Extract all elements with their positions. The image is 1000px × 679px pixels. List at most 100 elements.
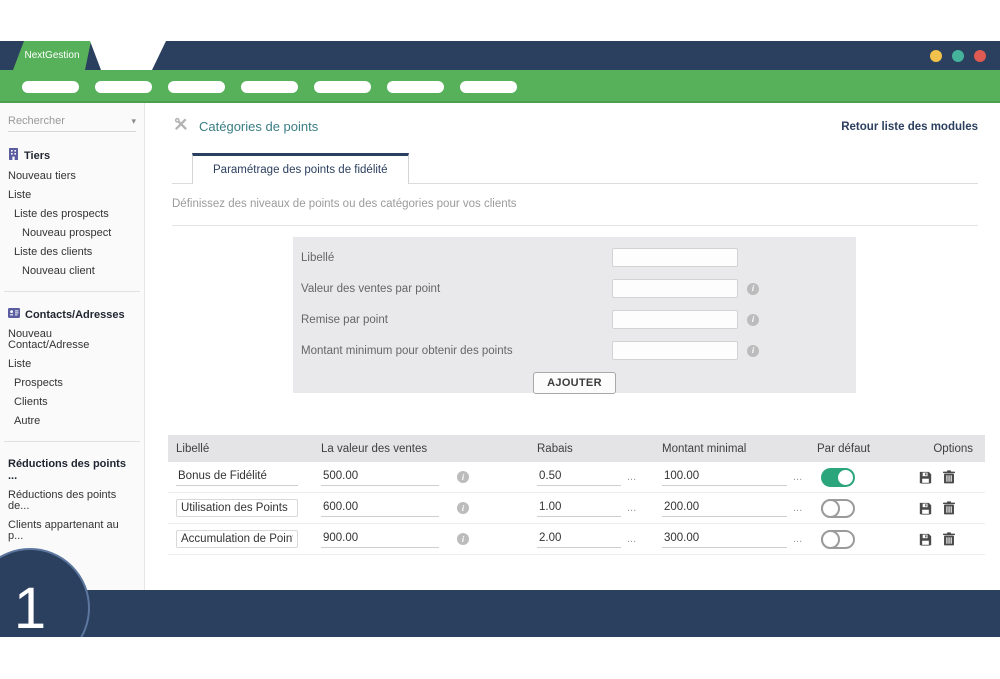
sidebar-item-nouveau-prospect[interactable]: Nouveau prospect (0, 224, 144, 243)
sidebar-section-title: Contacts/Adresses (0, 304, 144, 325)
window-button-red[interactable] (974, 50, 986, 62)
menu-item-placeholder[interactable] (387, 81, 444, 93)
row-valeur-input[interactable] (321, 468, 439, 486)
menu-item-placeholder[interactable] (314, 81, 371, 93)
form-label-libelle: Libellé (301, 252, 612, 264)
sidebar: ▾ Tiers Nouveau tiers Liste Liste des pr… (0, 103, 145, 590)
sidebar-item-liste-contacts[interactable]: Liste (0, 355, 144, 374)
row-valeur-input[interactable] (321, 499, 439, 517)
save-icon (919, 471, 932, 484)
brand-tab[interactable]: NextGestion (13, 41, 91, 70)
form-input-montant-minimum[interactable] (612, 341, 738, 360)
sidebar-item-autre[interactable]: Autre (0, 412, 144, 431)
window-button-yellow[interactable] (930, 50, 942, 62)
section-label: Tiers (24, 150, 50, 162)
save-button[interactable] (919, 502, 932, 515)
sidebar-section-title: Réductions des points ... (0, 454, 144, 486)
cell-valeur: i (313, 468, 529, 486)
sidebar-item-clients[interactable]: Clients (0, 393, 144, 412)
col-header-rabais: Rabais (529, 443, 654, 455)
delete-button[interactable] (943, 470, 955, 484)
tabs-bar: Paramétrage des points de fidélité (172, 153, 978, 184)
trash-icon (943, 470, 955, 484)
col-header-libelle: Libellé (168, 443, 313, 455)
step-number-badge: 1 (0, 548, 90, 637)
points-categories-table: Libellé La valeur des ventes Rabais Mont… (168, 435, 985, 555)
cell-montant: ... (654, 499, 809, 517)
step-number: 1 (14, 575, 46, 638)
row-rabais-input[interactable] (537, 468, 621, 486)
cell-defaut (809, 499, 909, 518)
delete-button[interactable] (943, 501, 955, 515)
default-toggle[interactable] (821, 468, 855, 487)
page-description: Définissez des niveaux de points ou des … (172, 198, 517, 210)
form-input-valeur-ventes[interactable] (612, 279, 738, 298)
row-libelle-input[interactable] (176, 499, 298, 517)
sidebar-item-prospects[interactable]: Prospects (0, 374, 144, 393)
row-montant-input[interactable] (662, 499, 787, 517)
section-label: Contacts/Adresses (25, 309, 125, 321)
ellipsis: ... (793, 471, 802, 483)
row-rabais-input[interactable] (537, 499, 621, 517)
menu-item-placeholder[interactable] (168, 81, 225, 93)
sidebar-item-liste-prospects[interactable]: Liste des prospects (0, 205, 144, 224)
tools-icon (172, 115, 190, 138)
cell-valeur: i (313, 499, 529, 517)
row-libelle-input[interactable] (176, 468, 298, 486)
main-content: Catégories de points Retour liste des mo… (145, 103, 1000, 590)
menu-item-placeholder[interactable] (241, 81, 298, 93)
table-row: i ... ... (168, 462, 985, 493)
info-icon[interactable]: i (457, 471, 469, 483)
tab-parametrage-points[interactable]: Paramétrage des points de fidélité (192, 153, 409, 184)
sidebar-item-nouveau-client[interactable]: Nouveau client (0, 262, 144, 281)
menu-item-placeholder[interactable] (95, 81, 152, 93)
cell-rabais: ... (529, 499, 654, 517)
form-label-remise: Remise par point (301, 314, 612, 326)
form-input-remise[interactable] (612, 310, 738, 329)
sidebar-item-liste-clients[interactable]: Liste des clients (0, 243, 144, 262)
page-title: Catégories de points (199, 119, 318, 134)
window-controls (930, 50, 986, 62)
save-button[interactable] (919, 471, 932, 484)
cell-montant: ... (654, 468, 809, 486)
sidebar-search: ▾ (8, 115, 136, 132)
save-icon (919, 502, 932, 515)
sidebar-item-reductions-points[interactable]: Réductions des points de... (0, 486, 144, 516)
toggle-knob (838, 470, 853, 485)
sidebar-item-liste-tiers[interactable]: Liste (0, 186, 144, 205)
cell-options (909, 470, 985, 484)
form-input-libelle[interactable] (612, 248, 738, 267)
main-menubar (0, 70, 1000, 103)
default-toggle[interactable] (821, 499, 855, 518)
info-icon[interactable]: i (747, 314, 759, 326)
form-row: Remise par point i (293, 304, 856, 335)
form-row: Valeur des ventes par point i (293, 273, 856, 304)
table-header-row: Libellé La valeur des ventes Rabais Mont… (168, 435, 985, 462)
ellipsis: ... (627, 471, 636, 483)
section-label: Réductions des points ... (8, 458, 136, 482)
search-input[interactable] (8, 115, 120, 127)
form-row: Libellé (293, 242, 856, 273)
ellipsis: ... (627, 502, 636, 514)
info-icon[interactable]: i (747, 283, 759, 295)
info-icon[interactable]: i (747, 345, 759, 357)
window-button-teal[interactable] (952, 50, 964, 62)
ajouter-button[interactable]: AJOUTER (533, 372, 616, 394)
trash-icon (943, 501, 955, 515)
sidebar-item-nouveau-contact[interactable]: Nouveau Contact/Adresse (0, 325, 144, 355)
sidebar-item-nouveau-tiers[interactable]: Nouveau tiers (0, 167, 144, 186)
info-icon[interactable]: i (457, 502, 469, 514)
form-actions: AJOUTER (293, 372, 856, 394)
row-montant-input[interactable] (662, 468, 787, 486)
toggle-knob (821, 499, 840, 518)
back-to-modules-link[interactable]: Retour liste des modules (841, 121, 978, 133)
menu-item-placeholder[interactable] (22, 81, 79, 93)
contact-card-icon (8, 308, 20, 321)
sidebar-section-contacts: Contacts/Adresses Nouveau Contact/Adress… (0, 304, 144, 431)
dropdown-caret-icon[interactable]: ▾ (131, 116, 136, 127)
tab-label: Paramétrage des points de fidélité (213, 164, 388, 176)
cell-rabais: ... (529, 468, 654, 486)
menu-item-placeholder[interactable] (460, 81, 517, 93)
brand-label: NextGestion (24, 50, 79, 61)
building-icon (8, 148, 19, 163)
